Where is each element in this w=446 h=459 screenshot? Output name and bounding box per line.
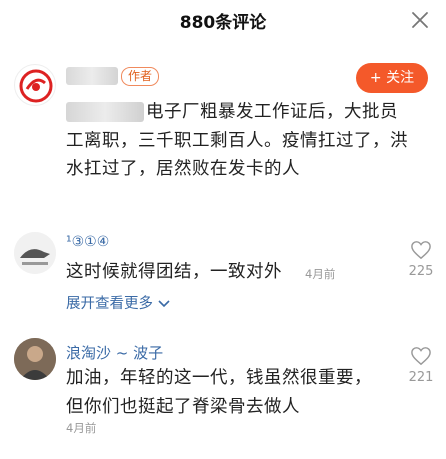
comment-text: 加油，年轻的这一代，钱虽然很重要，但你们也挺起了脊梁骨去做人	[66, 368, 372, 417]
author-name-blurred	[66, 67, 118, 85]
heart-outline-icon	[411, 347, 431, 366]
heart-outline-icon	[411, 241, 431, 260]
user-avatar[interactable]	[14, 338, 56, 380]
page-title: 880条评论	[179, 13, 267, 33]
author-badge: 作者	[121, 67, 160, 86]
close-icon[interactable]	[410, 10, 430, 30]
follow-button[interactable]: + 关注	[356, 63, 428, 93]
author-avatar[interactable]	[14, 64, 56, 106]
user-avatar[interactable]	[14, 232, 56, 274]
like-button[interactable]: 221	[404, 346, 438, 385]
like-count: 221	[408, 370, 434, 385]
author-comment-text: 电子厂粗暴发工作证后，大批员工离职，三千职工剩百人。疫情扛过了，洪水扛过了，居然…	[66, 102, 408, 179]
comment-time: 4月前	[66, 421, 97, 435]
expand-replies-label: 展开查看更多	[66, 296, 153, 312]
comment-time: 4月前	[305, 267, 336, 281]
chevron-down-icon	[158, 300, 170, 308]
comment-text: 这时候就得团结，一致对外	[66, 262, 282, 282]
like-button[interactable]: 225	[404, 240, 438, 279]
comment-username[interactable]: 浪淘沙 ~ 波子	[66, 342, 163, 363]
comments-header: 880条评论	[0, 0, 446, 44]
like-count: 225	[408, 264, 434, 279]
expand-replies-button[interactable]: 展开查看更多	[66, 292, 170, 313]
comment-username[interactable]: ¹③①④	[66, 234, 109, 250]
